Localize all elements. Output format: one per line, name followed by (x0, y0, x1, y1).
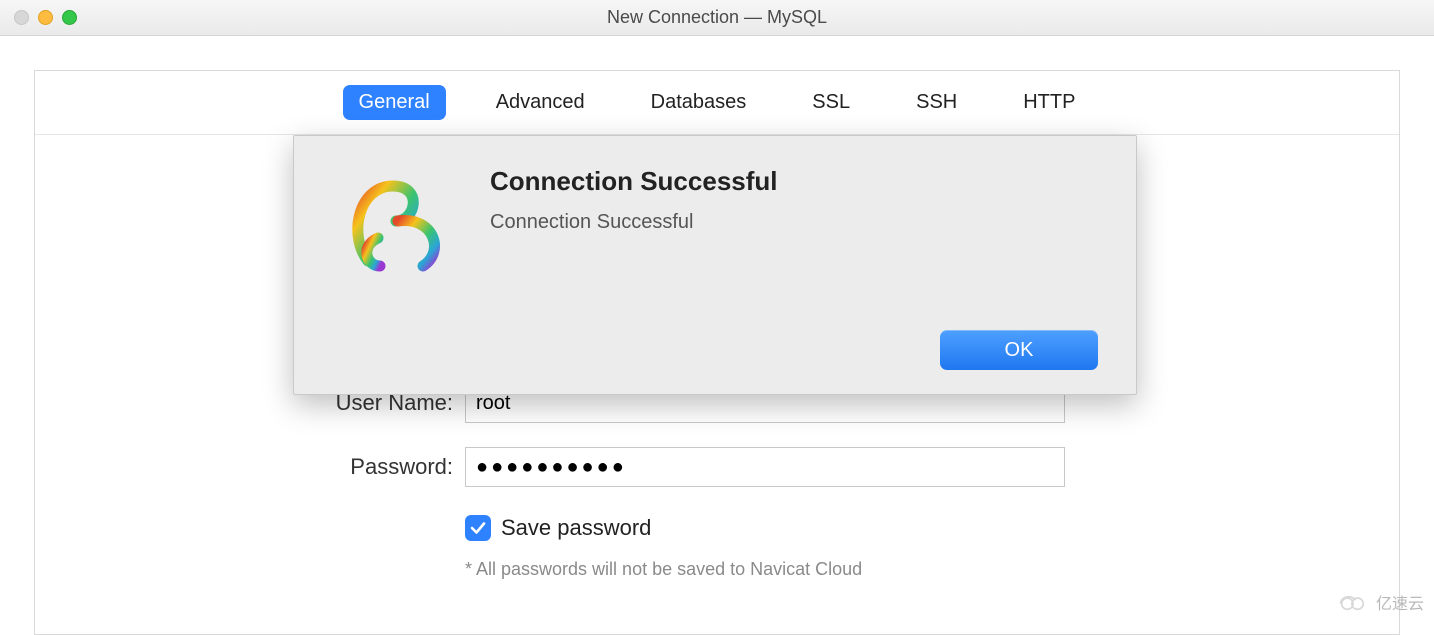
dialog-title: Connection Successful (490, 166, 778, 197)
watermark-text: 亿速云 (1376, 590, 1424, 614)
save-password-label: Save password (501, 515, 651, 541)
window-title: New Connection — MySQL (0, 7, 1434, 28)
save-password-checkbox[interactable] (465, 515, 491, 541)
tab-advanced[interactable]: Advanced (480, 85, 601, 120)
tab-general[interactable]: General (343, 85, 446, 120)
tab-ssh[interactable]: SSH (900, 85, 973, 120)
tab-bar: General Advanced Databases SSL SSH HTTP (35, 71, 1399, 135)
ok-button[interactable]: OK (940, 330, 1098, 370)
password-input[interactable] (465, 447, 1065, 487)
connection-result-dialog: Connection Successful Connection Success… (293, 135, 1137, 395)
password-note: * All passwords will not be saved to Nav… (465, 559, 1065, 580)
tab-http[interactable]: HTTP (1007, 85, 1091, 120)
password-label: Password: (75, 454, 465, 480)
titlebar: New Connection — MySQL (0, 0, 1434, 36)
tab-ssl[interactable]: SSL (796, 85, 866, 120)
tab-databases[interactable]: Databases (635, 85, 763, 120)
dialog-message: Connection Successful (490, 211, 778, 234)
navicat-icon (338, 166, 458, 286)
watermark: 亿速云 (1336, 590, 1424, 614)
